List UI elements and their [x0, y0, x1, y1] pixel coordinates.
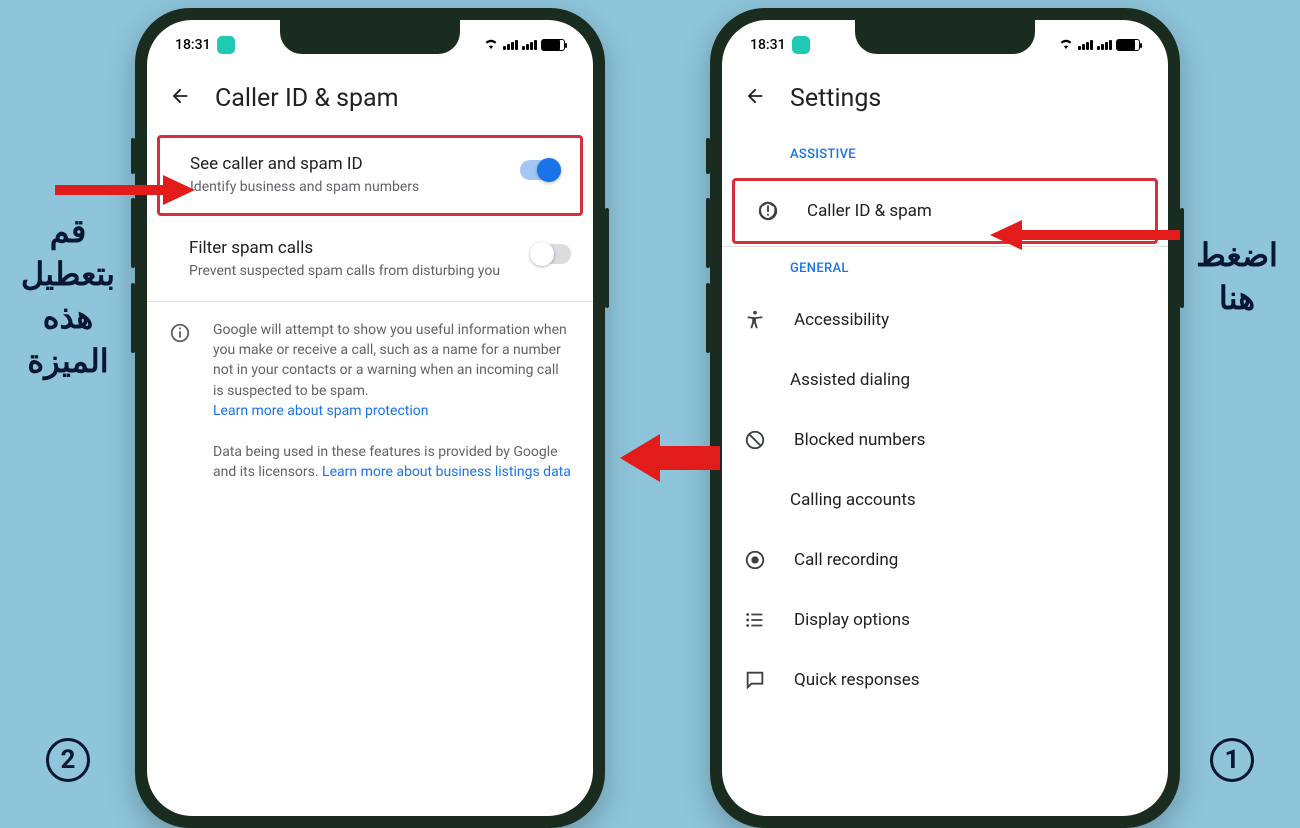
- side-button: [131, 283, 135, 353]
- learn-more-spam-link[interactable]: Learn more about spam protection: [213, 403, 428, 419]
- setting-description: Prevent suspected spam calls from distur…: [189, 262, 517, 281]
- page-title: Settings: [790, 84, 881, 113]
- annotation-disable-feature: قم بتعطيل هذه الميزة: [8, 210, 128, 383]
- row-label: Caller ID & spam: [807, 201, 932, 221]
- back-button[interactable]: [744, 85, 766, 113]
- toggle-on-icon[interactable]: [520, 160, 560, 180]
- settings-row-display-options[interactable]: Display options: [722, 590, 1168, 650]
- setting-title: Filter spam calls: [189, 238, 517, 258]
- signal-icon: [522, 40, 537, 50]
- settings-row-call-recording[interactable]: Call recording: [722, 530, 1168, 590]
- row-label: Call recording: [794, 550, 898, 570]
- learn-more-listings-link[interactable]: Learn more about business listings data: [322, 464, 571, 480]
- settings-row-blocked-numbers[interactable]: Blocked numbers: [722, 410, 1168, 470]
- phone-frame-step-1: 18:31 Settings ASSISTIVE: [710, 8, 1180, 828]
- content-area: See caller and spam ID Identify business…: [147, 133, 593, 816]
- highlight-see-caller: See caller and spam ID Identify business…: [157, 135, 583, 216]
- signal-icon: [1097, 40, 1112, 50]
- setting-description: Identify business and spam numbers: [190, 178, 506, 197]
- row-label: Blocked numbers: [794, 430, 925, 450]
- phone-notch: [855, 20, 1035, 54]
- row-label: Accessibility: [794, 310, 889, 330]
- app-bar: Settings: [722, 60, 1168, 133]
- info-icon: [169, 320, 193, 482]
- app-bar: Caller ID & spam: [147, 60, 593, 133]
- battery-icon: [541, 39, 565, 51]
- row-label: Display options: [794, 610, 910, 630]
- settings-row-accessibility[interactable]: Accessibility: [722, 290, 1168, 350]
- screen: 18:31 Settings ASSISTIVE: [722, 20, 1168, 816]
- phone-frame-step-2: 18:31 Caller ID & spam See: [135, 8, 605, 828]
- section-assistive-label: ASSISTIVE: [722, 133, 1168, 176]
- info-block: Google will attempt to show you useful i…: [147, 302, 593, 500]
- page-title: Caller ID & spam: [215, 84, 399, 113]
- setting-see-caller-spam-id[interactable]: See caller and spam ID Identify business…: [160, 138, 580, 213]
- setting-filter-spam-calls[interactable]: Filter spam calls Prevent suspected spam…: [147, 218, 593, 301]
- toggle-off-icon[interactable]: [531, 244, 571, 264]
- arrow-right-icon: [55, 170, 195, 210]
- arrow-left-icon: [990, 215, 1180, 255]
- settings-row-calling-accounts[interactable]: Calling accounts: [722, 470, 1168, 530]
- settings-row-assisted-dialing[interactable]: Assisted dialing: [722, 350, 1168, 410]
- annotation-press-here: اضغط هنا: [1182, 234, 1292, 320]
- status-app-badge: [792, 36, 810, 54]
- phone-notch: [280, 20, 460, 54]
- info-paragraph: Google will attempt to show you useful i…: [213, 322, 567, 399]
- status-time: 18:31: [750, 37, 786, 53]
- side-button: [706, 283, 710, 353]
- alert-circle-icon: [755, 200, 781, 222]
- wifi-icon: [483, 37, 499, 53]
- row-label: Quick responses: [794, 670, 920, 690]
- row-label: Calling accounts: [790, 490, 916, 510]
- step-badge-2: 2: [46, 738, 90, 782]
- battery-icon: [1116, 39, 1140, 51]
- row-label: Assisted dialing: [790, 370, 910, 390]
- arrow-left-thick-icon: [620, 430, 720, 486]
- side-button: [605, 208, 609, 308]
- status-app-badge: [217, 36, 235, 54]
- block-icon: [742, 429, 768, 451]
- message-icon: [742, 669, 768, 691]
- side-button: [706, 198, 710, 268]
- side-button: [706, 138, 710, 174]
- settings-row-quick-responses[interactable]: Quick responses: [722, 650, 1168, 710]
- screen: 18:31 Caller ID & spam See: [147, 20, 593, 816]
- back-button[interactable]: [169, 85, 191, 113]
- accessibility-icon: [742, 309, 768, 331]
- step-badge-1: 1: [1210, 738, 1254, 782]
- signal-icon: [1078, 40, 1093, 50]
- record-icon: [742, 549, 768, 571]
- signal-icon: [503, 40, 518, 50]
- list-icon: [742, 609, 768, 631]
- wifi-icon: [1058, 37, 1074, 53]
- setting-title: See caller and spam ID: [190, 154, 506, 174]
- status-time: 18:31: [175, 37, 211, 53]
- info-text: Google will attempt to show you useful i…: [213, 320, 571, 482]
- side-button: [131, 138, 135, 174]
